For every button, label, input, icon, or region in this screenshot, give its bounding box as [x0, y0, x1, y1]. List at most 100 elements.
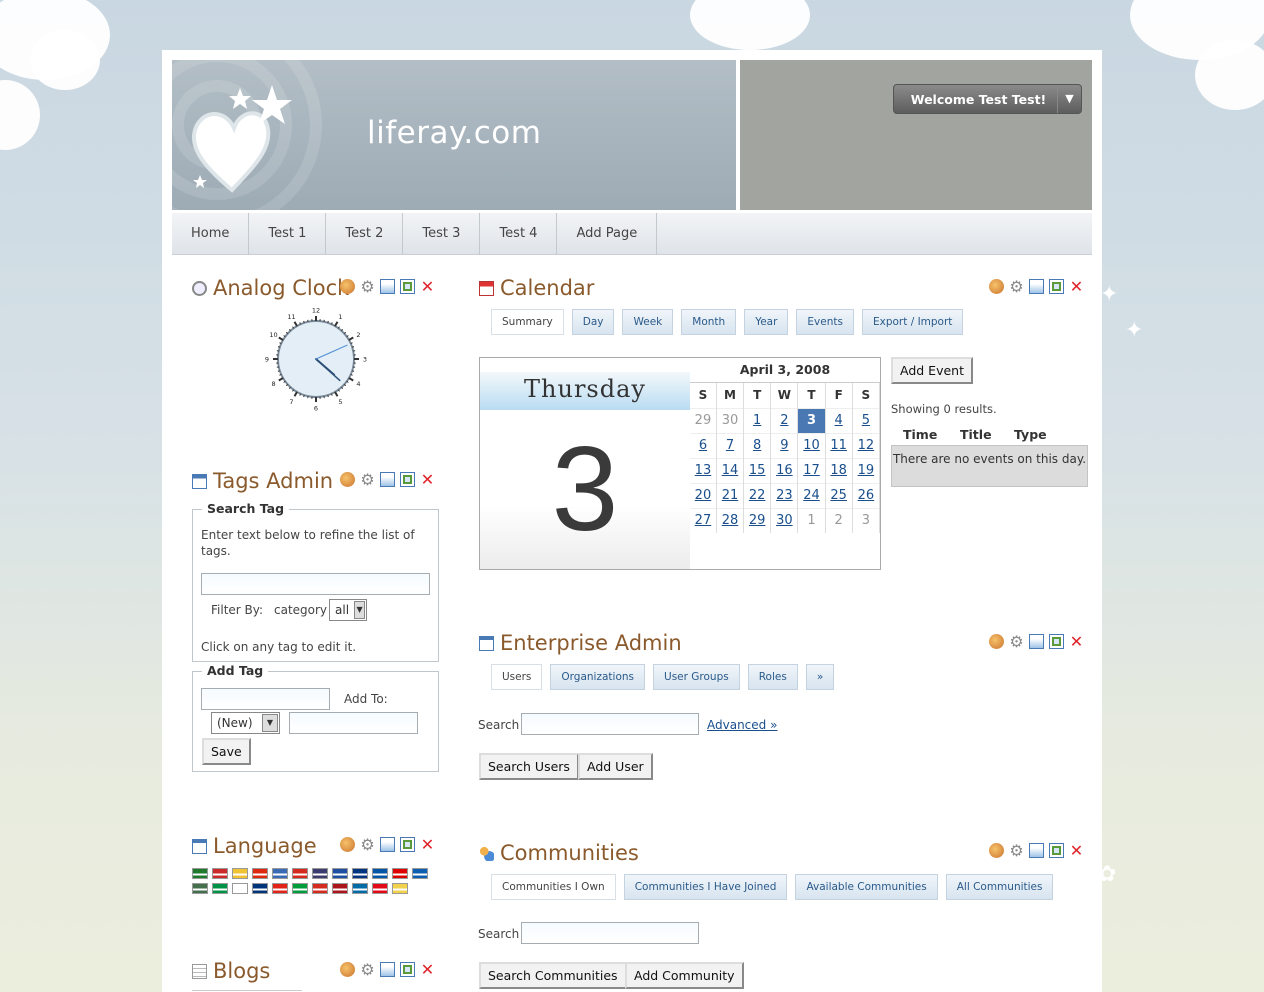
minimize-icon[interactable]: [380, 962, 395, 977]
calendar-day[interactable]: 4: [825, 407, 853, 433]
look-and-feel-icon[interactable]: [340, 962, 355, 977]
calendar-day[interactable]: 16: [770, 457, 799, 483]
maximize-icon[interactable]: [400, 279, 415, 294]
minimize-icon[interactable]: [1029, 843, 1044, 858]
language-flag-icon[interactable]: [332, 883, 348, 894]
nav-tab-test-1[interactable]: Test 1: [249, 213, 327, 255]
look-and-feel-icon[interactable]: [340, 279, 355, 294]
site-logo-text[interactable]: liferay.com: [367, 115, 541, 151]
language-flag-icon[interactable]: [192, 883, 208, 894]
language-flag-icon[interactable]: [312, 883, 328, 894]
language-flag-icon[interactable]: [292, 883, 308, 894]
tab-day[interactable]: Day: [571, 309, 615, 335]
add-community-button[interactable]: Add Community: [625, 962, 744, 989]
language-flag-icon[interactable]: [292, 868, 308, 879]
minimize-icon[interactable]: [380, 837, 395, 852]
language-flag-icon[interactable]: [232, 868, 248, 879]
maximize-icon[interactable]: [400, 472, 415, 487]
calendar-day[interactable]: 6: [690, 432, 717, 458]
minimize-icon[interactable]: [380, 279, 395, 294]
minimize-icon[interactable]: [380, 472, 395, 487]
language-flag-icon[interactable]: [252, 883, 268, 894]
look-and-feel-icon[interactable]: [989, 279, 1004, 294]
tab-week[interactable]: Week: [622, 309, 674, 335]
language-flag-icon[interactable]: [192, 868, 208, 879]
language-flag-icon[interactable]: [352, 868, 368, 879]
gear-icon[interactable]: ⚙: [360, 472, 375, 488]
language-flag-icon[interactable]: [372, 883, 388, 894]
close-icon[interactable]: ✕: [420, 837, 435, 853]
dropdown-arrow-icon[interactable]: ▼: [1057, 85, 1081, 113]
language-flag-icon[interactable]: [212, 883, 228, 894]
calendar-day[interactable]: 25: [825, 482, 853, 508]
nav-tab-test-4[interactable]: Test 4: [480, 213, 558, 255]
calendar-day[interactable]: 14: [716, 457, 745, 483]
tab-available-communities[interactable]: Available Communities: [795, 874, 938, 900]
calendar-day[interactable]: 1: [743, 407, 772, 433]
add-event-button[interactable]: Add Event: [891, 357, 973, 384]
minimize-icon[interactable]: [1029, 279, 1044, 294]
gear-icon[interactable]: ⚙: [360, 962, 375, 978]
nav-tab-test-2[interactable]: Test 2: [326, 213, 404, 255]
language-flag-icon[interactable]: [212, 868, 228, 879]
tab-more[interactable]: »: [805, 664, 835, 690]
close-icon[interactable]: ✕: [420, 279, 435, 295]
gear-icon[interactable]: ⚙: [1009, 843, 1024, 859]
calendar-day[interactable]: 5: [852, 407, 881, 433]
tab-communities-i-own[interactable]: Communities I Own: [491, 874, 616, 900]
calendar-day[interactable]: 8: [743, 432, 772, 458]
look-and-feel-icon[interactable]: [989, 843, 1004, 858]
tab-events[interactable]: Events: [796, 309, 854, 335]
language-flag-icon[interactable]: [312, 868, 328, 879]
close-icon[interactable]: ✕: [420, 962, 435, 978]
nav-tab-home[interactable]: Home: [172, 213, 250, 255]
language-flag-icon[interactable]: [392, 883, 408, 894]
calendar-day[interactable]: 21: [716, 482, 745, 508]
close-icon[interactable]: ✕: [1069, 634, 1084, 650]
gear-icon[interactable]: ⚙: [1009, 634, 1024, 650]
calendar-day[interactable]: 18: [825, 457, 853, 483]
search-users-button[interactable]: Search Users: [479, 753, 579, 780]
calendar-day[interactable]: 27: [690, 507, 717, 533]
add-to-new-input[interactable]: [289, 712, 418, 734]
calendar-day[interactable]: 11: [825, 432, 853, 458]
save-button[interactable]: Save: [202, 738, 251, 765]
add-tag-input[interactable]: [201, 688, 330, 710]
calendar-day[interactable]: 17: [797, 457, 826, 483]
add-to-select[interactable]: (New) ▼: [211, 712, 280, 734]
language-flag-icon[interactable]: [412, 868, 428, 879]
maximize-icon[interactable]: [1049, 843, 1064, 858]
calendar-day[interactable]: 10: [797, 432, 826, 458]
calendar-day[interactable]: 13: [690, 457, 717, 483]
calendar-day[interactable]: 23: [770, 482, 799, 508]
tab-users[interactable]: Users: [491, 664, 543, 690]
language-flag-icon[interactable]: [272, 868, 288, 879]
tab-organizations[interactable]: Organizations: [550, 664, 646, 690]
tab-roles[interactable]: Roles: [747, 664, 798, 690]
calendar-day[interactable]: 30: [770, 507, 799, 533]
tab-communities-joined[interactable]: Communities I Have Joined: [623, 874, 788, 900]
look-and-feel-icon[interactable]: [340, 837, 355, 852]
search-communities-input[interactable]: [521, 922, 699, 944]
gear-icon[interactable]: ⚙: [360, 279, 375, 295]
add-user-button[interactable]: Add User: [578, 753, 653, 780]
look-and-feel-icon[interactable]: [340, 472, 355, 487]
look-and-feel-icon[interactable]: [989, 634, 1004, 649]
calendar-day[interactable]: 29: [743, 507, 772, 533]
calendar-day[interactable]: 7: [716, 432, 745, 458]
language-flag-icon[interactable]: [252, 868, 268, 879]
calendar-day[interactable]: 15: [743, 457, 772, 483]
calendar-day[interactable]: 12: [852, 432, 881, 458]
gear-icon[interactable]: ⚙: [360, 837, 375, 853]
tab-summary[interactable]: Summary: [491, 309, 564, 335]
search-tag-input[interactable]: [201, 573, 430, 595]
calendar-day[interactable]: 22: [743, 482, 772, 508]
maximize-icon[interactable]: [400, 962, 415, 977]
calendar-day[interactable]: 24: [797, 482, 826, 508]
close-icon[interactable]: ✕: [420, 472, 435, 488]
tab-user-groups[interactable]: User Groups: [653, 664, 740, 690]
filter-select[interactable]: all ▼: [329, 599, 367, 621]
language-flag-icon[interactable]: [372, 868, 388, 879]
advanced-search-link[interactable]: Advanced »: [707, 718, 777, 732]
calendar-day[interactable]: 2: [770, 407, 799, 433]
